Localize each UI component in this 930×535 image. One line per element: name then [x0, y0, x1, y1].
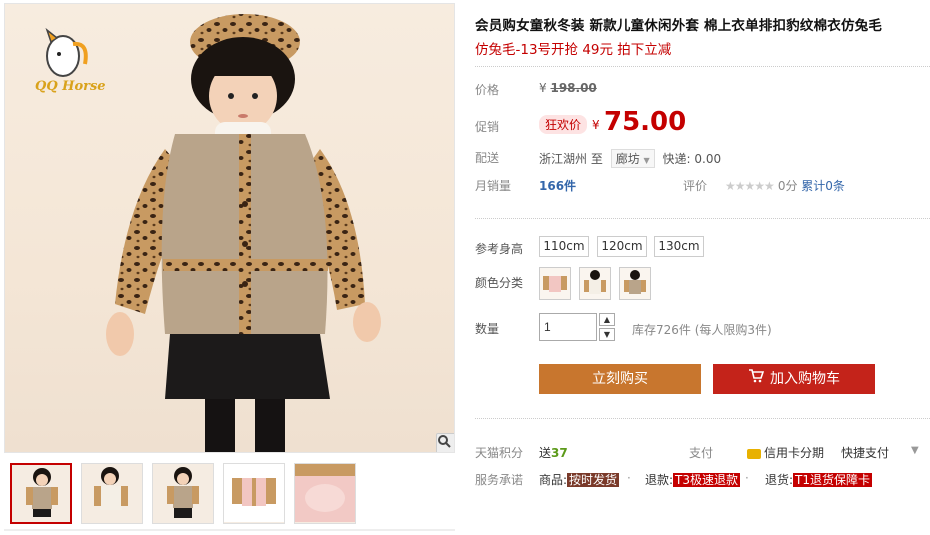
- rating-label: 评价: [683, 179, 708, 193]
- quantity-label: 数量: [475, 322, 500, 336]
- original-price: ¥ 198.00: [539, 81, 597, 95]
- zoom-icon[interactable]: [436, 433, 454, 452]
- main-product-image[interactable]: QQ Horse: [4, 3, 455, 453]
- monthly-sales-count: 166件: [539, 179, 577, 193]
- service-refund[interactable]: 退款: T3极速退款: [645, 471, 741, 488]
- quantity-up-icon[interactable]: ▲: [599, 313, 615, 326]
- star-rating-icon: ★★★★★: [725, 179, 775, 193]
- thumbnail-5[interactable]: [294, 463, 356, 524]
- logo-text: QQ Horse: [35, 79, 106, 94]
- color-option-leopard-white[interactable]: [579, 267, 611, 300]
- add-to-cart-button[interactable]: 加入购物车: [713, 364, 875, 394]
- size-option-110[interactable]: 110cm: [539, 236, 589, 257]
- buy-now-button[interactable]: 立刻购买: [539, 364, 701, 394]
- review-count-link[interactable]: 累计0条: [801, 179, 845, 193]
- delivery-to-word: 至: [590, 152, 603, 166]
- promo-price: 75.00: [604, 107, 687, 137]
- credit-card-icon: [747, 448, 761, 459]
- promo-tag-badge: 狂欢价: [539, 115, 588, 134]
- chevron-down-icon: ▼: [643, 156, 650, 165]
- size-label: 参考身高: [475, 242, 524, 256]
- cart-icon: [748, 364, 765, 394]
- promo-currency: ¥: [592, 118, 600, 132]
- service-promise-label: 服务承诺: [475, 473, 524, 487]
- service-dot-1: ·: [627, 471, 631, 485]
- thumbnail-4[interactable]: [223, 463, 285, 524]
- rating-score: 0分: [777, 179, 798, 193]
- service-goods[interactable]: 商品: 按时发货: [539, 471, 620, 488]
- price-box: 价格 ¥ 198.00 促销 狂欢价 ¥ 75.00 配送 浙江湖州 至 廊坊 …: [475, 66, 930, 210]
- product-page: QQ Horse 会员购女童秋冬装 新款儿童休闲外套 棉上衣单排扣豹纹棉衣仿兔毛…: [0, 0, 930, 535]
- product-title: 会员购女童秋冬装 新款儿童休闲外套 棉上衣单排扣豹纹棉衣仿兔毛: [475, 18, 883, 34]
- price-label: 价格: [475, 83, 500, 97]
- monthly-sales-label: 月销量: [475, 179, 512, 193]
- promo-label: 促销: [475, 120, 500, 134]
- service-dot-2: ·: [745, 471, 749, 485]
- color-option-leopard-pink[interactable]: [539, 267, 571, 300]
- gallery-bottom-divider: [4, 529, 455, 531]
- color-option-leopard-beige[interactable]: [619, 267, 651, 300]
- options-divider: [475, 218, 930, 219]
- add-to-cart-label: 加入购物车: [770, 371, 840, 387]
- thumbnail-2[interactable]: [81, 463, 143, 524]
- points-value: 送37: [539, 446, 568, 460]
- payment-label: 支付: [689, 446, 714, 460]
- quantity-down-icon[interactable]: ▼: [599, 328, 615, 341]
- size-option-130[interactable]: 130cm: [654, 236, 704, 257]
- size-option-120[interactable]: 120cm: [597, 236, 647, 257]
- quick-pay[interactable]: 快捷支付: [841, 444, 889, 461]
- delivery-from: 浙江湖州: [539, 152, 588, 166]
- chevron-down-icon[interactable]: ▼: [911, 445, 919, 456]
- product-subtitle: 仿兔毛-13号开抢 49元 拍下立减: [475, 42, 672, 58]
- stock-info: 库存726件 (每人限购3件): [632, 323, 772, 337]
- delivery-label: 配送: [475, 151, 500, 165]
- delivery-info: 浙江湖州 至 廊坊 ▼ 快递: 0.00: [539, 149, 721, 168]
- credit-card-installment[interactable]: 信用卡分期: [747, 444, 824, 461]
- quantity-input[interactable]: [539, 313, 597, 341]
- service-divider: [475, 418, 930, 419]
- express-fee: 快递: 0.00: [662, 152, 722, 166]
- destination-select[interactable]: 廊坊 ▼: [610, 149, 655, 168]
- thumbnail-1[interactable]: [10, 463, 72, 524]
- points-label: 天猫积分: [475, 446, 524, 460]
- thumbnail-3[interactable]: [152, 463, 214, 524]
- color-label: 颜色分类: [475, 276, 524, 290]
- rating-area: 评价 ★★★★★ 0分 累计0条: [683, 177, 845, 194]
- thumbnail-strip: [10, 463, 356, 524]
- service-return[interactable]: 退货: T1退货保障卡: [765, 471, 873, 488]
